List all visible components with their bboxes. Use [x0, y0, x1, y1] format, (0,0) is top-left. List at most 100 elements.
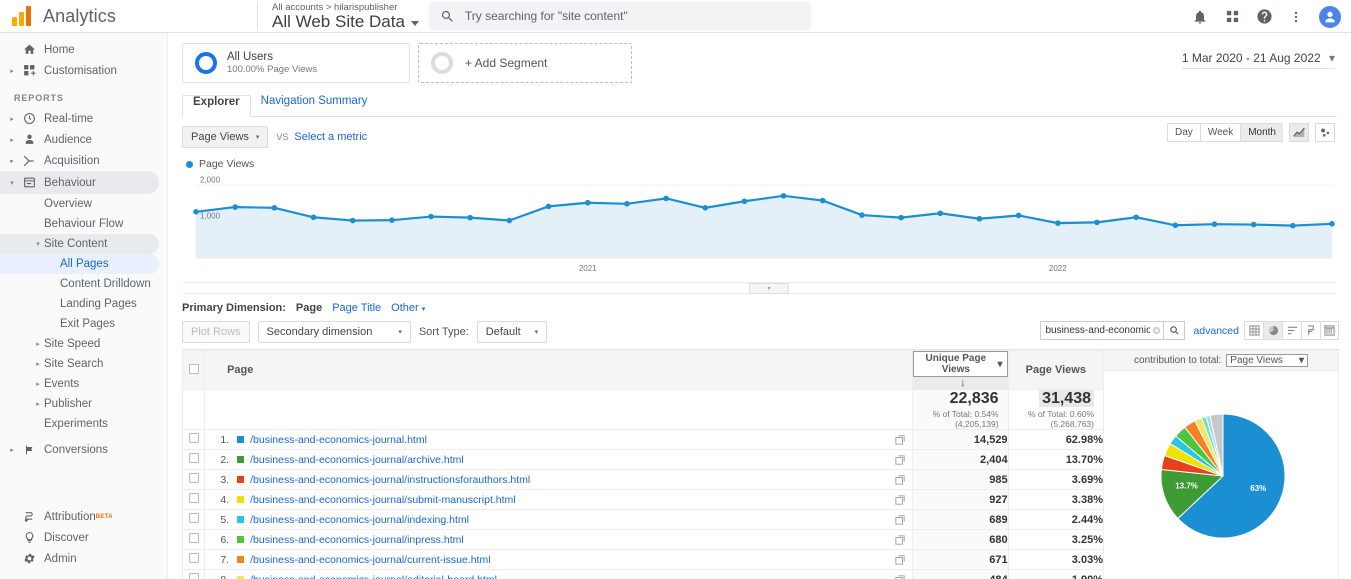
open-external-icon[interactable] [895, 435, 905, 445]
sidebar-item-experiments[interactable]: Experiments [0, 414, 159, 434]
secondary-dimension-dropdown[interactable]: Secondary dimension ▾ [258, 321, 411, 343]
row-page-link[interactable]: /business-and-economics-journal/inpress.… [250, 534, 464, 546]
row-page-link[interactable]: /business-and-economics-journal/archive.… [250, 454, 464, 466]
row-checkbox[interactable] [189, 493, 199, 503]
row-checkbox-cell[interactable] [183, 530, 205, 550]
column-header-page[interactable]: Page [205, 351, 913, 390]
select-all-checkbox[interactable] [189, 364, 199, 374]
open-external-icon[interactable] [895, 515, 905, 525]
segment-all-users[interactable]: All Users 100.00% Page Views [182, 43, 410, 83]
table-view-icon[interactable] [1244, 321, 1263, 340]
table-search-input[interactable]: business-and-economics-jo [1040, 321, 1150, 340]
plot-rows-button[interactable]: Plot Rows [182, 321, 250, 343]
sidebar-item-discover[interactable]: Discover [0, 527, 160, 548]
search-submit-button[interactable] [1163, 321, 1185, 340]
row-checkbox[interactable] [189, 573, 199, 579]
table-row[interactable]: 7./business-and-economics-journal/curren… [183, 550, 1104, 570]
row-checkbox[interactable] [189, 533, 199, 543]
row-checkbox-cell[interactable] [183, 550, 205, 570]
row-page-link[interactable]: /business-and-economics-journal.html [250, 434, 427, 446]
granularity-month-button[interactable]: Month [1240, 123, 1283, 142]
row-page-link[interactable]: /business-and-economics-journal/submit-m… [250, 494, 516, 506]
table-row[interactable]: 4./business-and-economics-journal/submit… [183, 490, 1104, 510]
granularity-day-button[interactable]: Day [1167, 123, 1200, 142]
sidebar-item-site-search[interactable]: ▸ Site Search [0, 354, 159, 374]
sort-type-dropdown[interactable]: Default ▾ [477, 321, 547, 343]
table-row[interactable]: 1./business-and-economics-journal.html14… [183, 430, 1104, 450]
sidebar-item-audience[interactable]: ▸ Audience [0, 129, 159, 150]
page-views-line-chart[interactable]: 1,0002,00020212022 [182, 170, 1337, 280]
sidebar-item-home[interactable]: Home [0, 39, 159, 60]
line-chart-icon[interactable] [1289, 123, 1309, 142]
select-all-checkbox-cell[interactable] [183, 351, 205, 390]
column-header-page-views[interactable]: Page Views [1008, 351, 1103, 390]
sidebar-item-publisher[interactable]: ▸ Publisher [0, 394, 159, 414]
sidebar-item-behaviour-flow[interactable]: Behaviour Flow [0, 214, 159, 234]
primary-dimension-page-title[interactable]: Page Title [332, 302, 381, 314]
row-checkbox-cell[interactable] [183, 450, 205, 470]
pie-metric-dropdown[interactable]: Page Views ▾ [1226, 354, 1308, 367]
sidebar-item-site-content[interactable]: ▾ Site Content [0, 234, 159, 254]
sort-descending-icon[interactable]: ↓ [960, 377, 966, 389]
sidebar-item-events[interactable]: ▸ Events [0, 374, 159, 394]
add-segment-button[interactable]: + Add Segment [418, 43, 632, 83]
table-row[interactable]: 2./business-and-economics-journal/archiv… [183, 450, 1104, 470]
row-checkbox[interactable] [189, 553, 199, 563]
help-icon[interactable] [1255, 8, 1273, 26]
sidebar-item-acquisition[interactable]: ▸ Acquisition [0, 150, 159, 171]
bell-icon[interactable] [1191, 8, 1209, 26]
table-row[interactable]: 3./business-and-economics-journal/instru… [183, 470, 1104, 490]
scrollbar-handle[interactable]: ▾ [749, 283, 789, 294]
date-range-selector[interactable]: 1 Mar 2020 - 21 Aug 2022 ▾ [1182, 51, 1335, 69]
row-checkbox[interactable] [189, 453, 199, 463]
granularity-week-button[interactable]: Week [1200, 123, 1240, 142]
advanced-link[interactable]: advanced [1193, 325, 1239, 337]
sidebar-item-content-drilldown[interactable]: Content Drilldown [0, 274, 159, 294]
row-page-link[interactable]: /business-and-economics-journal/instruct… [250, 474, 530, 486]
brand-area[interactable]: Analytics [0, 6, 245, 27]
sidebar-item-attribution[interactable]: AttributionBETA [0, 506, 160, 527]
sidebar-item-behaviour[interactable]: ▾ Behaviour [0, 171, 159, 194]
row-checkbox-cell[interactable] [183, 430, 205, 450]
more-vert-icon[interactable] [1287, 8, 1305, 26]
tab-explorer[interactable]: Explorer [182, 95, 251, 117]
table-row[interactable]: 6./business-and-economics-journal/inpres… [183, 530, 1104, 550]
row-checkbox-cell[interactable] [183, 470, 205, 490]
column-header-unique-page-views[interactable]: Unique Page Views ▾ ↓ [913, 351, 1008, 390]
sidebar-item-overview[interactable]: Overview [0, 194, 159, 214]
unique-page-views-selector[interactable]: Unique Page Views ▾ [913, 351, 1007, 377]
open-external-icon[interactable] [895, 575, 905, 579]
account-selector[interactable]: All accounts > hilarispublisher All Web … [272, 2, 419, 31]
open-external-icon[interactable] [895, 475, 905, 485]
open-external-icon[interactable] [895, 535, 905, 545]
open-external-icon[interactable] [895, 495, 905, 505]
select-a-metric-link[interactable]: Select a metric [294, 131, 367, 143]
table-row[interactable]: 8./business-and-economics-journal/editor… [183, 570, 1104, 579]
open-external-icon[interactable] [895, 555, 905, 565]
apps-grid-icon[interactable] [1223, 8, 1241, 26]
row-checkbox-cell[interactable] [183, 490, 205, 510]
clear-search-icon[interactable] [1150, 321, 1163, 340]
primary-dimension-other[interactable]: Other ▾ [391, 302, 425, 314]
search-input[interactable]: Try searching for "site content" [429, 2, 811, 30]
row-checkbox-cell[interactable] [183, 570, 205, 579]
avatar[interactable] [1319, 6, 1341, 28]
metric-dropdown[interactable]: Page Views ▾ [182, 126, 268, 148]
row-checkbox[interactable] [189, 513, 199, 523]
pie-chart-body[interactable]: 63%13.7% [1104, 371, 1338, 579]
open-external-icon[interactable] [895, 455, 905, 465]
sidebar-item-real-time[interactable]: ▸ Real-time [0, 108, 159, 129]
row-checkbox[interactable] [189, 473, 199, 483]
performance-view-icon[interactable] [1282, 321, 1301, 340]
row-page-link[interactable]: /business-and-economics-journal/editoria… [250, 574, 497, 579]
pie-view-icon[interactable] [1263, 321, 1282, 340]
sidebar-item-all-pages[interactable]: All Pages [0, 254, 159, 274]
row-page-link[interactable]: /business-and-economics-journal/current-… [250, 554, 490, 566]
primary-dimension-page[interactable]: Page [296, 302, 322, 314]
comparison-view-icon[interactable] [1301, 321, 1320, 340]
motion-chart-icon[interactable] [1315, 123, 1335, 142]
row-checkbox-cell[interactable] [183, 510, 205, 530]
row-page-link[interactable]: /business-and-economics-journal/indexing… [250, 514, 469, 526]
table-row[interactable]: 5./business-and-economics-journal/indexi… [183, 510, 1104, 530]
sidebar-item-landing-pages[interactable]: Landing Pages [0, 294, 159, 314]
